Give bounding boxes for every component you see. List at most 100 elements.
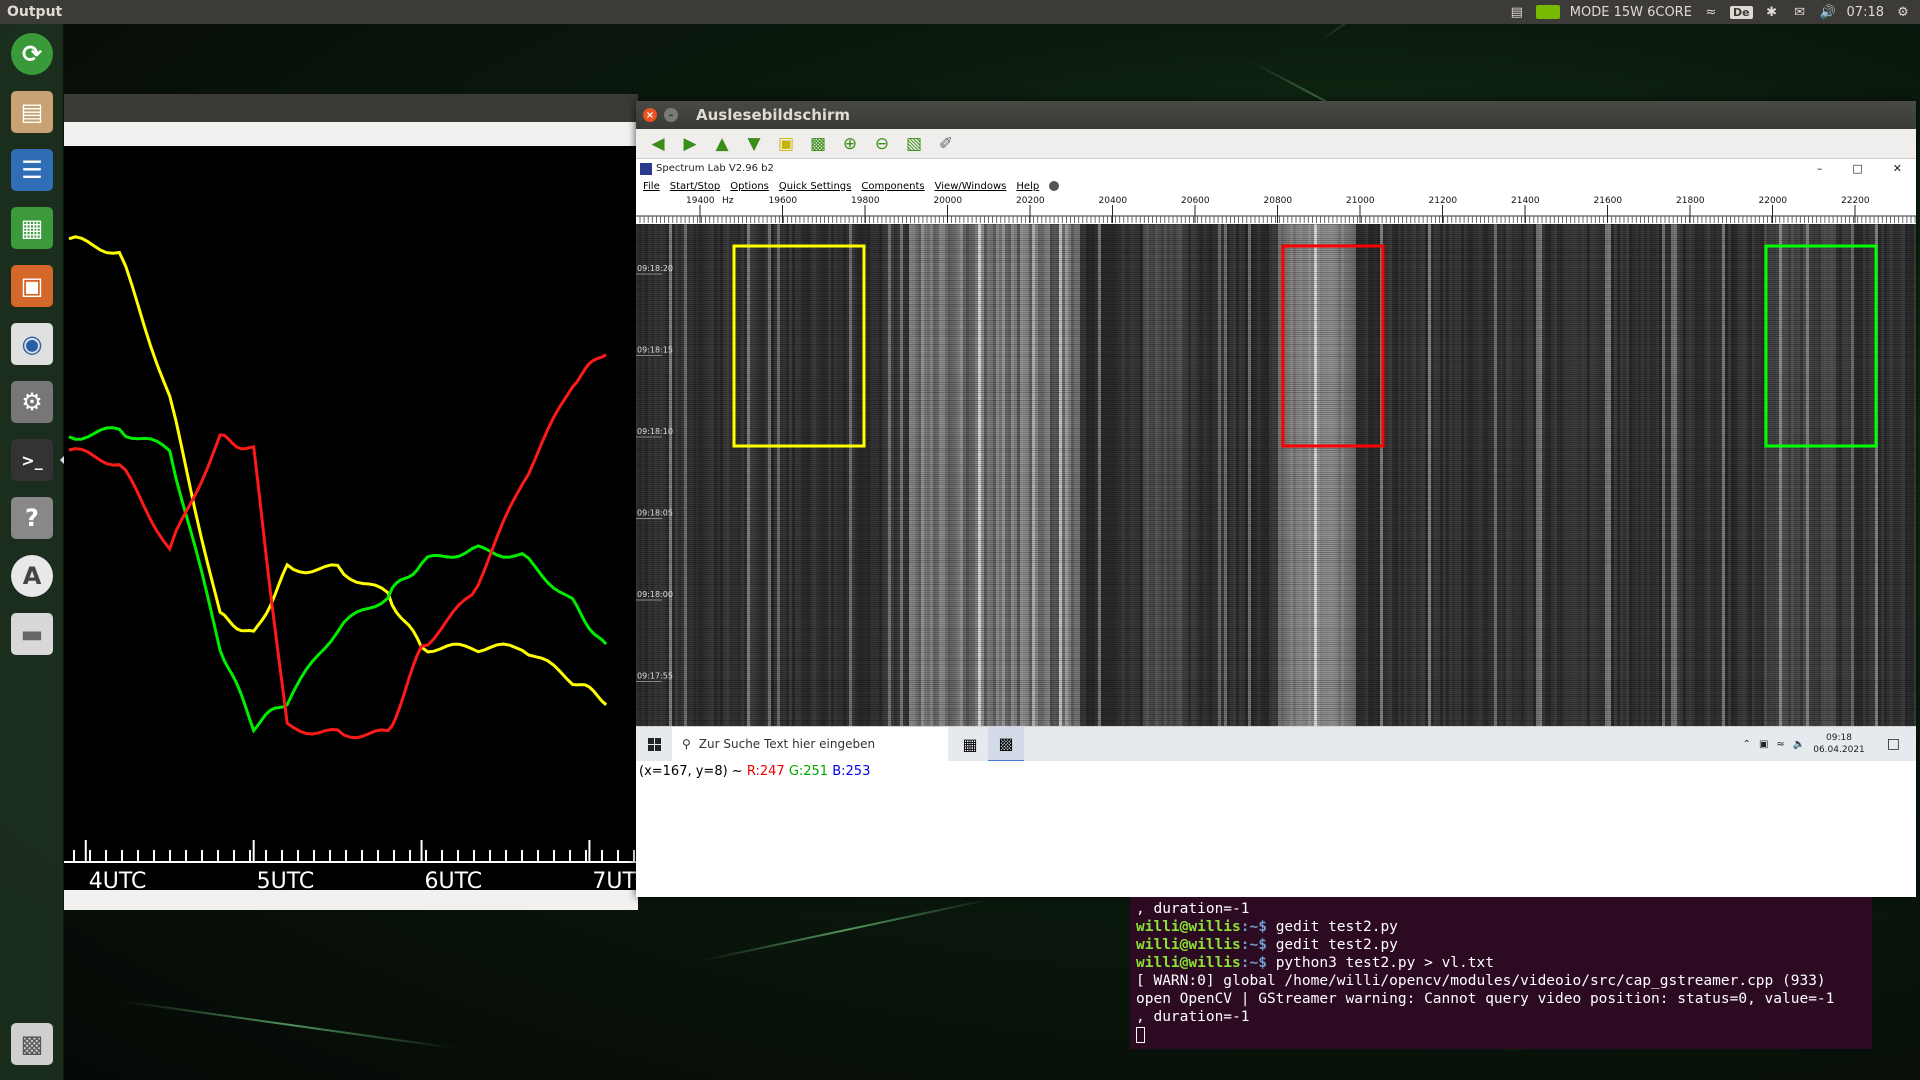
search-icon: ⚲	[682, 737, 691, 751]
terminal-window[interactable]: , duration=-1 willi@willis:~$ gedit test2…	[1130, 897, 1872, 1049]
waterfall-noise-row	[636, 370, 1916, 371]
power-mode-label[interactable]: MODE 15W 6CORE	[1570, 5, 1692, 20]
launcher-item-terminal[interactable]: >_	[6, 434, 64, 486]
wifi-icon[interactable]: ≈	[1702, 4, 1720, 20]
waterfall-noise-row	[636, 324, 1916, 325]
gear-icon[interactable]: ⚙	[1894, 4, 1912, 20]
waterfall-noise-row	[636, 532, 1916, 533]
waterfall-noise-row	[636, 462, 1916, 463]
close-icon[interactable]: ×	[643, 108, 657, 122]
launcher-item-calc[interactable]: ▦	[6, 202, 58, 254]
waterfall-noise-row	[636, 268, 1916, 269]
notification-icon[interactable]: □	[1887, 736, 1900, 752]
launcher-item-settings[interactable]: ⚙	[6, 376, 58, 428]
tray-up-chevron-icon[interactable]: ⌃	[1743, 739, 1751, 750]
terminal-cursor[interactable]	[1136, 1027, 1145, 1043]
terminal-prompt-path: :~$	[1240, 919, 1267, 935]
launcher-item-software-center[interactable]: ◉	[6, 318, 58, 370]
zoom-out-icon[interactable]: ⊖	[870, 133, 894, 155]
windows-search-box[interactable]: ⚲ Zur Suche Text hier eingeben	[672, 726, 948, 762]
launcher-item-software-updater[interactable]: A	[6, 550, 58, 602]
brush-icon[interactable]: ✐	[934, 133, 958, 155]
waterfall-noise-row	[636, 554, 1916, 555]
menu-help[interactable]: Help	[1016, 181, 1039, 192]
waterfall-noise-row	[636, 714, 1916, 715]
waterfall-noise-row	[636, 550, 1916, 551]
waterfall-noise-row	[636, 332, 1916, 333]
waterfall-noise-row	[636, 496, 1916, 497]
clock[interactable]: 07:18	[1847, 5, 1884, 20]
waterfall-noise-row	[636, 528, 1916, 529]
software-center-icon: ◉	[11, 323, 53, 365]
wifi-tray-icon[interactable]: ≈	[1776, 739, 1784, 750]
terminal-line: willi@willis:~$ gedit test2.py	[1136, 918, 1866, 936]
launcher-item-trash[interactable]: ▩	[6, 1018, 58, 1070]
output-window-titlebar[interactable]	[64, 94, 638, 122]
launcher-item-impress[interactable]: ▣	[6, 260, 58, 312]
top-panel: Output ▤ MODE 15W 6CORE ≈ De ✱ ✉ 🔊 07:18…	[0, 0, 1920, 24]
nvidia-icon[interactable]	[1535, 5, 1560, 19]
keyboard-layout-indicator[interactable]: De	[1729, 5, 1753, 19]
spectrogram-waterfall[interactable]: 09:18:20 09:18:15 09:18:10 09:18:05 09:18:00…	[636, 224, 1916, 726]
win-maximize-icon[interactable]: □	[1852, 162, 1862, 175]
waterfall-noise-row	[636, 572, 1916, 573]
waterfall-noise-row	[636, 404, 1916, 405]
waterfall-noise-row	[636, 522, 1916, 523]
network-icon[interactable]: ▣	[1759, 739, 1768, 750]
help-icon: ?	[11, 497, 53, 539]
frequency-scale-svg: 19400 19600 19800 20000 20200 20400 20600 20800…	[636, 196, 1916, 223]
windows-clock-time: 09:18	[1826, 733, 1852, 743]
waterfall-noise-row	[636, 298, 1916, 299]
win-close-icon[interactable]: ✕	[1893, 162, 1902, 175]
record-indicator-icon[interactable]	[1049, 181, 1060, 191]
arrow-up-icon[interactable]: ▲	[710, 133, 734, 155]
ausl-titlebar[interactable]: × – Auslesebildschirm	[636, 101, 1916, 129]
menu-file[interactable]: File	[643, 181, 660, 192]
menu-start-stop[interactable]: Start/Stop	[670, 181, 721, 192]
x-axis-tick-label: 7UTC	[592, 869, 638, 890]
plot-series-line	[68, 353, 607, 740]
waterfall-noise-row	[636, 696, 1916, 697]
bluetooth-icon[interactable]: ✱	[1763, 4, 1781, 20]
status-red: R:247	[746, 763, 785, 779]
image-icon[interactable]: ▣	[774, 133, 798, 155]
arrow-left-icon[interactable]: ◀	[646, 133, 670, 155]
waterfall-noise-row	[636, 536, 1916, 537]
waterfall-noise-row	[636, 636, 1916, 637]
windows-clock[interactable]: 09:18 06.04.2021	[1813, 732, 1865, 756]
waterfall-noise-row	[636, 486, 1916, 487]
volume-icon[interactable]: 🔊	[1819, 4, 1837, 20]
zoom-in-icon[interactable]: ⊕	[838, 133, 862, 155]
launcher-item-drive[interactable]: ▬	[6, 608, 58, 660]
clipboard-icon[interactable]: ▤	[1508, 4, 1526, 20]
launcher-item-help[interactable]: ?	[6, 492, 58, 544]
mail-icon[interactable]: ✉	[1791, 4, 1809, 20]
terminal-prompt-path: :~$	[1240, 955, 1267, 971]
waterfall-noise-row	[636, 310, 1916, 311]
speaker-icon[interactable]: 🔈	[1793, 739, 1805, 750]
waterfall-noise-row	[636, 474, 1916, 475]
win-minimize-icon[interactable]: –	[1817, 162, 1823, 175]
launcher-item-writer[interactable]: ☰	[6, 144, 58, 196]
waterfall-noise-row	[636, 568, 1916, 569]
spectrum-lab-taskbar-icon[interactable]: ▩	[988, 726, 1024, 762]
waterfall-noise-row	[636, 468, 1916, 469]
menu-components[interactable]: Components	[861, 181, 924, 192]
waterfall-noise-row	[636, 424, 1916, 425]
waterfall-noise-row	[636, 270, 1916, 271]
fit-window-icon[interactable]: ▩	[806, 133, 830, 155]
calculator-taskbar-icon[interactable]: ▦	[952, 727, 988, 762]
waterfall-noise-row	[636, 678, 1916, 679]
minimize-icon[interactable]: –	[664, 108, 678, 122]
menu-options[interactable]: Options	[730, 181, 769, 192]
save-icon[interactable]: ▧	[902, 133, 926, 155]
menu-quick-settings[interactable]: Quick Settings	[779, 181, 851, 192]
freq-tick-label: 21000	[1346, 196, 1375, 206]
waterfall-noise-row	[636, 366, 1916, 367]
launcher-item-files[interactable]: ▤	[6, 86, 58, 138]
windows-start-icon[interactable]	[636, 727, 672, 762]
arrow-down-icon[interactable]: ▼	[742, 133, 766, 155]
launcher-item-updater[interactable]: ⟳	[6, 28, 58, 80]
arrow-right-icon[interactable]: ▶	[678, 133, 702, 155]
menu-view-windows[interactable]: View/Windows	[935, 181, 1007, 192]
